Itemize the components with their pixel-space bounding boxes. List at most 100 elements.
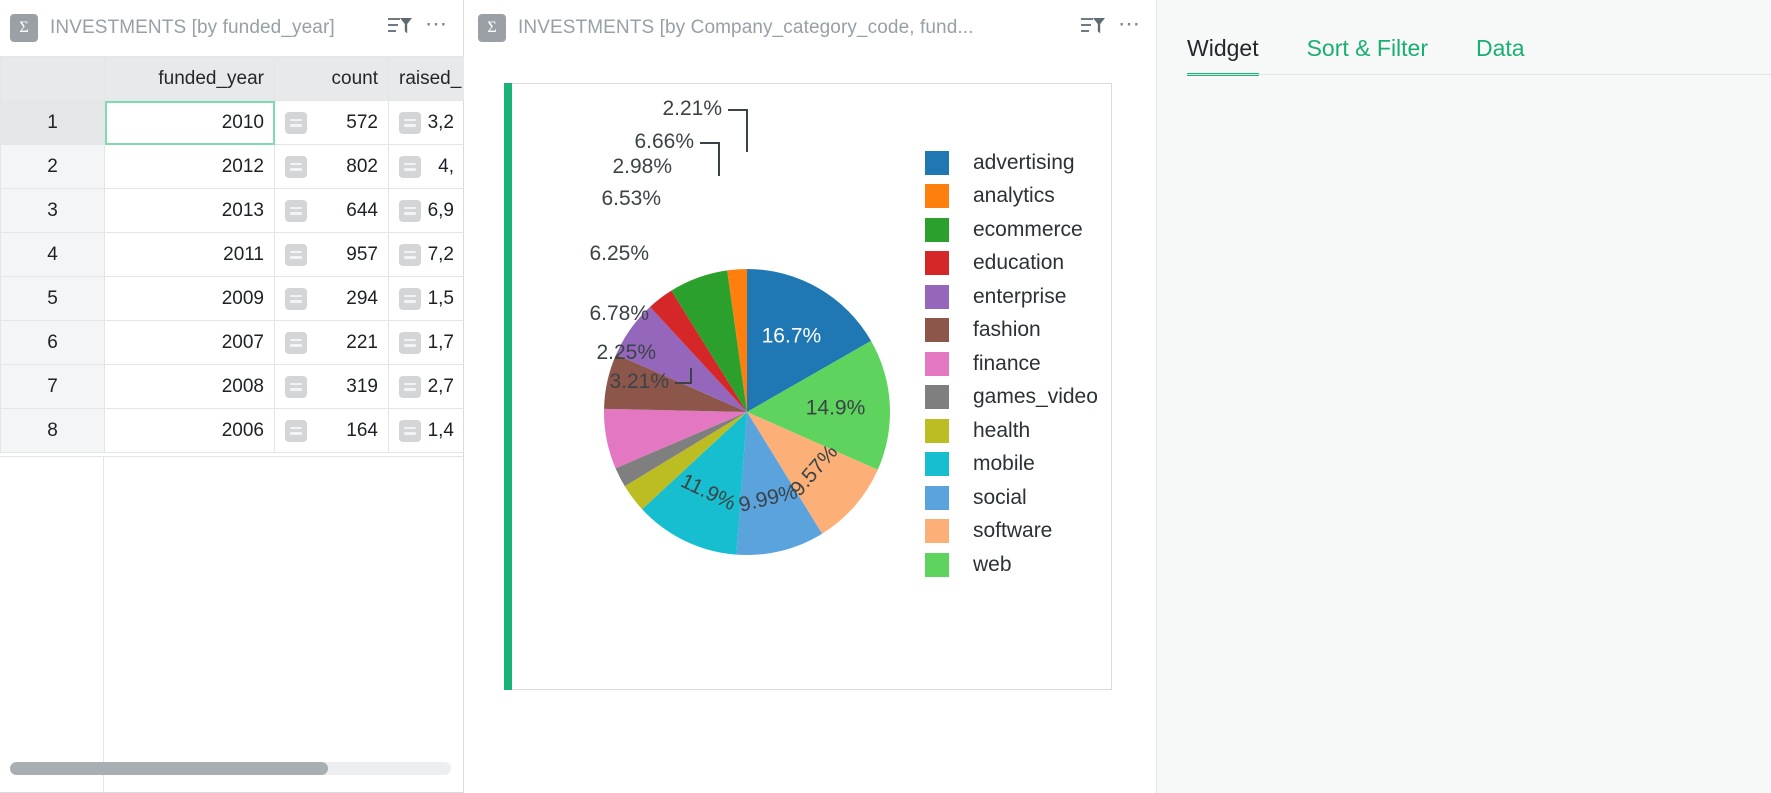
- more-options-icon[interactable]: ⋯: [1118, 19, 1142, 37]
- cell-count-value: 319: [313, 376, 378, 398]
- legend-item-health[interactable]: health: [925, 414, 1098, 448]
- table-row[interactable]: 7 2008 319 2,7: [1, 365, 465, 409]
- legend-item-mobile[interactable]: mobile: [925, 448, 1098, 482]
- cell-funded-year[interactable]: 2008: [105, 365, 275, 409]
- pie-label-finance: 6.78%: [589, 302, 649, 325]
- legend-swatch: [925, 352, 949, 376]
- equals-icon: [399, 332, 421, 354]
- table-panel: Σ INVESTMENTS [by funded_year] ⋯ funded_…: [0, 0, 464, 793]
- cell-raised-value: 4,: [427, 156, 454, 178]
- sigma-icon: Σ: [10, 14, 38, 42]
- cell-count[interactable]: 294: [275, 277, 389, 321]
- table-row[interactable]: 6 2007 221 1,7: [1, 321, 465, 365]
- cell-raised[interactable]: 2,7: [389, 365, 465, 409]
- cell-raised[interactable]: 3,2: [389, 101, 465, 145]
- equals-icon: [399, 288, 421, 310]
- table-row[interactable]: 5 2009 294 1,5: [1, 277, 465, 321]
- legend-swatch: [925, 419, 949, 443]
- legend-item-education[interactable]: education: [925, 247, 1098, 281]
- legend-swatch: [925, 151, 949, 175]
- cell-count[interactable]: 319: [275, 365, 389, 409]
- cell-count[interactable]: 572: [275, 101, 389, 145]
- legend-label: games_video: [973, 385, 1098, 409]
- cell-raised[interactable]: 7,2: [389, 233, 465, 277]
- grid-empty-index-column: [0, 457, 104, 793]
- cell-funded-year[interactable]: 2010: [105, 101, 275, 145]
- cell-count[interactable]: 221: [275, 321, 389, 365]
- more-options-icon[interactable]: ⋯: [425, 19, 449, 37]
- cell-funded-year[interactable]: 2012: [105, 145, 275, 189]
- cell-raised-value: 1,4: [427, 420, 454, 442]
- legend-item-enterprise[interactable]: enterprise: [925, 280, 1098, 314]
- legend-item-web[interactable]: web: [925, 548, 1098, 582]
- equals-icon: [399, 156, 421, 178]
- equals-icon: [399, 376, 421, 398]
- table-row[interactable]: 2 2012 802 4,: [1, 145, 465, 189]
- pie-chart-card[interactable]: 16.7%14.9%9.57%9.99%11.9%3.21%2.25%6.78%…: [504, 83, 1112, 690]
- chart-selection-accent-bar: [504, 83, 512, 690]
- cell-raised-value: 3,2: [427, 112, 454, 134]
- table-row[interactable]: 8 2006 164 1,4: [1, 409, 465, 453]
- equals-icon: [285, 244, 307, 266]
- legend-label: analytics: [973, 184, 1055, 208]
- legend-item-ecommerce[interactable]: ecommerce: [925, 213, 1098, 247]
- table-row[interactable]: 3 2013 644 6,9: [1, 189, 465, 233]
- sort-filter-icon[interactable]: [387, 15, 413, 42]
- pie-chart-legend: advertising analytics ecommerce education en…: [925, 146, 1098, 582]
- legend-swatch: [925, 184, 949, 208]
- horizontal-scrollbar-track[interactable]: [10, 762, 451, 775]
- cell-count[interactable]: 802: [275, 145, 389, 189]
- cell-raised[interactable]: 1,4: [389, 409, 465, 453]
- cell-count[interactable]: 957: [275, 233, 389, 277]
- pie-label-enterprise: 6.53%: [601, 187, 661, 210]
- pie-label-games-video: 2.25%: [596, 341, 656, 364]
- cell-count[interactable]: 644: [275, 189, 389, 233]
- equals-icon: [285, 112, 307, 134]
- legend-item-advertising[interactable]: advertising: [925, 146, 1098, 180]
- cell-raised[interactable]: 1,7: [389, 321, 465, 365]
- tab-data[interactable]: Data: [1476, 35, 1525, 76]
- legend-item-fashion[interactable]: fashion: [925, 314, 1098, 348]
- tab-sort-filter[interactable]: Sort & Filter: [1307, 35, 1428, 76]
- sort-filter-icon[interactable]: [1080, 15, 1106, 42]
- column-header-index[interactable]: [1, 57, 105, 101]
- equals-icon: [399, 200, 421, 222]
- cell-raised[interactable]: 6,9: [389, 189, 465, 233]
- cell-count-value: 957: [313, 244, 378, 266]
- cell-count-value: 221: [313, 332, 378, 354]
- legend-label: advertising: [973, 151, 1075, 175]
- row-index: 3: [1, 189, 105, 233]
- table-row[interactable]: 1 2010 572 3,2: [1, 101, 465, 145]
- equals-icon: [399, 244, 421, 266]
- column-header-count[interactable]: count: [275, 57, 389, 101]
- legend-item-analytics[interactable]: analytics: [925, 180, 1098, 214]
- legend-item-finance[interactable]: finance: [925, 347, 1098, 381]
- legend-label: health: [973, 419, 1030, 443]
- legend-item-games-video[interactable]: games_video: [925, 381, 1098, 415]
- cell-raised-value: 1,5: [427, 288, 454, 310]
- cell-funded-year[interactable]: 2013: [105, 189, 275, 233]
- legend-swatch: [925, 318, 949, 342]
- legend-item-software[interactable]: software: [925, 515, 1098, 549]
- legend-swatch: [925, 519, 949, 543]
- legend-label: enterprise: [973, 285, 1066, 309]
- tab-widget[interactable]: Widget: [1187, 35, 1259, 76]
- column-header-funded-year[interactable]: funded_year: [105, 57, 275, 101]
- horizontal-scrollbar-thumb[interactable]: [10, 762, 328, 775]
- cell-raised[interactable]: 1,5: [389, 277, 465, 321]
- cell-raised[interactable]: 4,: [389, 145, 465, 189]
- cell-funded-year[interactable]: 2009: [105, 277, 275, 321]
- cell-count-value: 572: [313, 112, 378, 134]
- cell-funded-year[interactable]: 2007: [105, 321, 275, 365]
- legend-label: ecommerce: [973, 218, 1083, 242]
- legend-item-social[interactable]: social: [925, 481, 1098, 515]
- cell-funded-year[interactable]: 2006: [105, 409, 275, 453]
- cell-count[interactable]: 164: [275, 409, 389, 453]
- cell-count-value: 164: [313, 420, 378, 442]
- legend-swatch: [925, 553, 949, 577]
- cell-raised-value: 1,7: [427, 332, 454, 354]
- column-header-raised[interactable]: raised_: [389, 57, 465, 101]
- cell-funded-year[interactable]: 2011: [105, 233, 275, 277]
- table-row[interactable]: 4 2011 957 7,2: [1, 233, 465, 277]
- legend-swatch: [925, 452, 949, 476]
